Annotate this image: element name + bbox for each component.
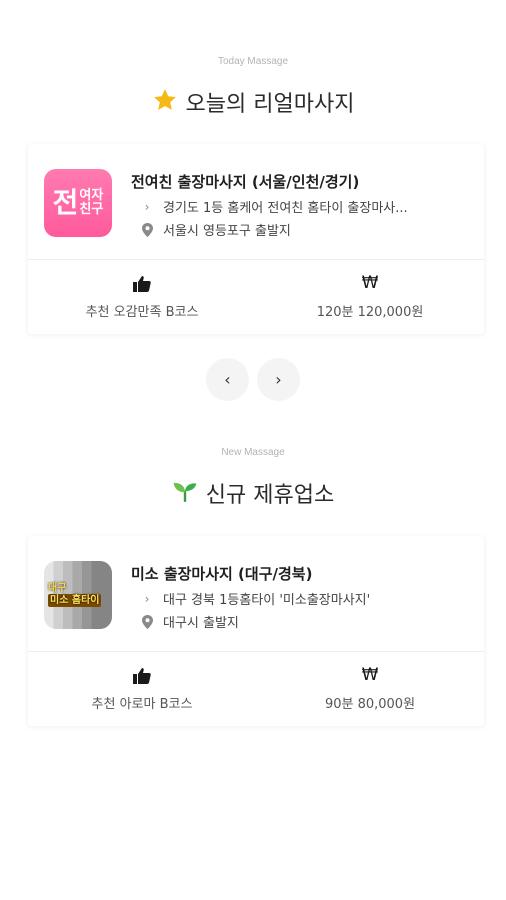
new-title-text: 신규 제휴업소 bbox=[205, 483, 335, 508]
location-pin-icon bbox=[141, 222, 153, 237]
today-title-text: 오늘의 리얼마사지 bbox=[185, 92, 355, 117]
chevron-right-icon: › bbox=[275, 370, 282, 389]
shop-location: 대구시 출발지 bbox=[163, 616, 239, 631]
shop-logo: 전 여자 친구 bbox=[44, 169, 112, 237]
chevron-left-icon: ‹ bbox=[224, 370, 231, 389]
chevron-right-icon: › bbox=[144, 199, 150, 214]
prev-button[interactable]: ‹ bbox=[206, 358, 249, 401]
shop-location-row: 서울시 영등포구 출발지 bbox=[141, 220, 291, 239]
shop-logo: 대구 미소 홈타이 bbox=[44, 561, 112, 629]
price-label: 90분 80,000원 bbox=[324, 696, 416, 712]
next-button[interactable]: › bbox=[257, 358, 300, 401]
recommend-label: 추천 오감만족 B코스 bbox=[85, 304, 199, 320]
recommend-course: 추천 오감만족 B코스 bbox=[28, 260, 256, 334]
sprout-icon bbox=[172, 478, 198, 509]
shop-title[interactable]: 전여친 출장마사지 (서울/인천/경기) bbox=[131, 171, 359, 192]
shop-location: 서울시 영등포구 출발지 bbox=[163, 224, 291, 239]
shop-description-row: › 경기도 1등 홈케어 전여친 홈타이 출장마사... bbox=[141, 197, 408, 217]
price-info: ₩ 90분 80,000원 bbox=[256, 652, 484, 726]
new-shop-card[interactable]: 대구 미소 홈타이 미소 출장마사지 (대구/경북) › 대구 경북 1등홈타이… bbox=[28, 536, 484, 726]
location-pin-icon bbox=[141, 614, 153, 629]
shop-title[interactable]: 미소 출장마사지 (대구/경북) bbox=[131, 563, 312, 584]
new-eyebrow: New Massage bbox=[221, 447, 285, 458]
won-icon: ₩ bbox=[361, 665, 379, 685]
price-label: 120분 120,000원 bbox=[316, 304, 424, 320]
today-shop-card[interactable]: 전 여자 친구 전여친 출장마사지 (서울/인천/경기) › 경기도 1등 홈케… bbox=[28, 144, 484, 334]
logo-text-top: 여자 bbox=[79, 188, 104, 204]
star-icon bbox=[152, 87, 178, 118]
shop-description: 대구 경북 1등홈타이 '미소출장마사지' bbox=[163, 593, 371, 608]
new-section-title: 신규 제휴업소 bbox=[0, 477, 506, 509]
shop-description: 경기도 1등 홈케어 전여친 홈타이 출장마사... bbox=[163, 201, 408, 216]
chevron-right-icon: › bbox=[144, 591, 150, 606]
logo-badge-bottom: 미소 홈타이 bbox=[48, 594, 102, 607]
recommend-course: 추천 아로마 B코스 bbox=[28, 652, 256, 726]
shop-description-row: › 대구 경북 1등홈타이 '미소출장마사지' bbox=[141, 589, 371, 609]
won-icon: ₩ bbox=[361, 273, 379, 293]
logo-text-main: 전 bbox=[52, 186, 79, 219]
price-info: ₩ 120분 120,000원 bbox=[256, 260, 484, 334]
today-section-title: 오늘의 리얼마사지 bbox=[0, 86, 506, 118]
recommend-label: 추천 아로마 B코스 bbox=[91, 696, 193, 712]
today-eyebrow: Today Massage bbox=[217, 56, 289, 67]
shop-location-row: 대구시 출발지 bbox=[141, 612, 239, 631]
thumbs-up-icon bbox=[133, 275, 151, 293]
thumbs-up-icon bbox=[133, 667, 151, 685]
logo-badge-top: 대구 bbox=[48, 583, 67, 594]
carousel-pager: ‹ › bbox=[0, 358, 506, 401]
logo-text-bottom: 친구 bbox=[79, 202, 104, 217]
